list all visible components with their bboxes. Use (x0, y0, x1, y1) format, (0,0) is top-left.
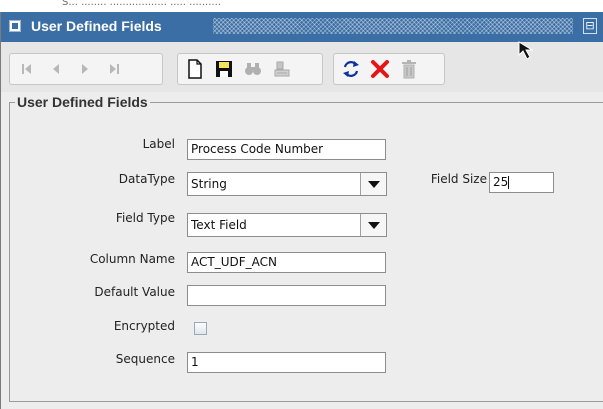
save-icon (216, 61, 232, 77)
refresh-button[interactable] (338, 56, 364, 82)
window-title: User Defined Fields (31, 18, 162, 34)
refresh-icon (343, 61, 359, 77)
user-defined-fields-window: User Defined Fields ⊟ User Defined Field… (0, 12, 603, 409)
previous-record-icon (53, 64, 59, 74)
section-title: User Defined Fields (15, 94, 150, 110)
column-name-label: Column Name (89, 252, 175, 266)
label-label: Label (142, 137, 175, 151)
previous-record-button[interactable] (43, 56, 69, 82)
edit-group (177, 53, 323, 85)
trash-icon (402, 60, 416, 79)
next-record-button[interactable] (72, 56, 98, 82)
record-navigation-group (9, 53, 163, 85)
clear-button[interactable] (269, 56, 295, 82)
sequence-input[interactable]: 1 (187, 352, 386, 373)
chevron-down-icon[interactable] (360, 173, 386, 195)
field-size-value: 25 (493, 175, 509, 189)
title-bar[interactable]: User Defined Fields ⊟ (1, 12, 603, 42)
search-button[interactable] (240, 56, 266, 82)
default-value-label: Default Value (94, 285, 175, 299)
last-record-button[interactable] (101, 56, 127, 82)
save-button[interactable] (211, 56, 237, 82)
encrypted-label: Encrypted (113, 319, 175, 333)
first-record-button[interactable] (14, 56, 40, 82)
field-type-selected-value: Text Field (191, 218, 247, 232)
datatype-selected-value: String (191, 177, 227, 191)
action-group (333, 53, 445, 85)
delete-x-icon (371, 60, 389, 78)
delete-button[interactable] (396, 56, 422, 82)
first-record-icon (22, 64, 31, 74)
field-type-select[interactable]: Text Field (187, 213, 387, 237)
text-caret (508, 176, 510, 189)
cancel-button[interactable] (367, 56, 393, 82)
sequence-label: Sequence (115, 352, 175, 366)
datatype-label: DataType (118, 172, 175, 186)
new-document-icon (188, 59, 202, 79)
restore-button[interactable]: ⊟ (583, 18, 597, 34)
field-size-input[interactable]: 25 (489, 172, 554, 193)
label-input[interactable]: Process Code Number (187, 139, 386, 160)
new-record-button[interactable] (182, 56, 208, 82)
encrypted-checkbox[interactable] (194, 322, 207, 335)
title-bar-drag-area[interactable] (213, 18, 573, 34)
column-name-input[interactable]: ACT_UDF_ACN (187, 252, 386, 273)
background-window-strip: S... ........ .................. ..... .… (0, 0, 603, 12)
chevron-down-icon[interactable] (360, 214, 386, 236)
datatype-select[interactable]: String (187, 172, 387, 196)
search-binoculars-icon (245, 63, 261, 75)
clear-eraser-icon (274, 61, 290, 77)
next-record-icon (82, 64, 88, 74)
toolbar (1, 42, 603, 92)
mouse-pointer-icon (518, 41, 534, 60)
window-menu-icon[interactable] (9, 20, 21, 32)
last-record-icon (110, 64, 119, 74)
field-size-label: Field Size (430, 172, 487, 186)
field-type-label: Field Type (115, 211, 175, 225)
default-value-input[interactable] (187, 285, 386, 306)
